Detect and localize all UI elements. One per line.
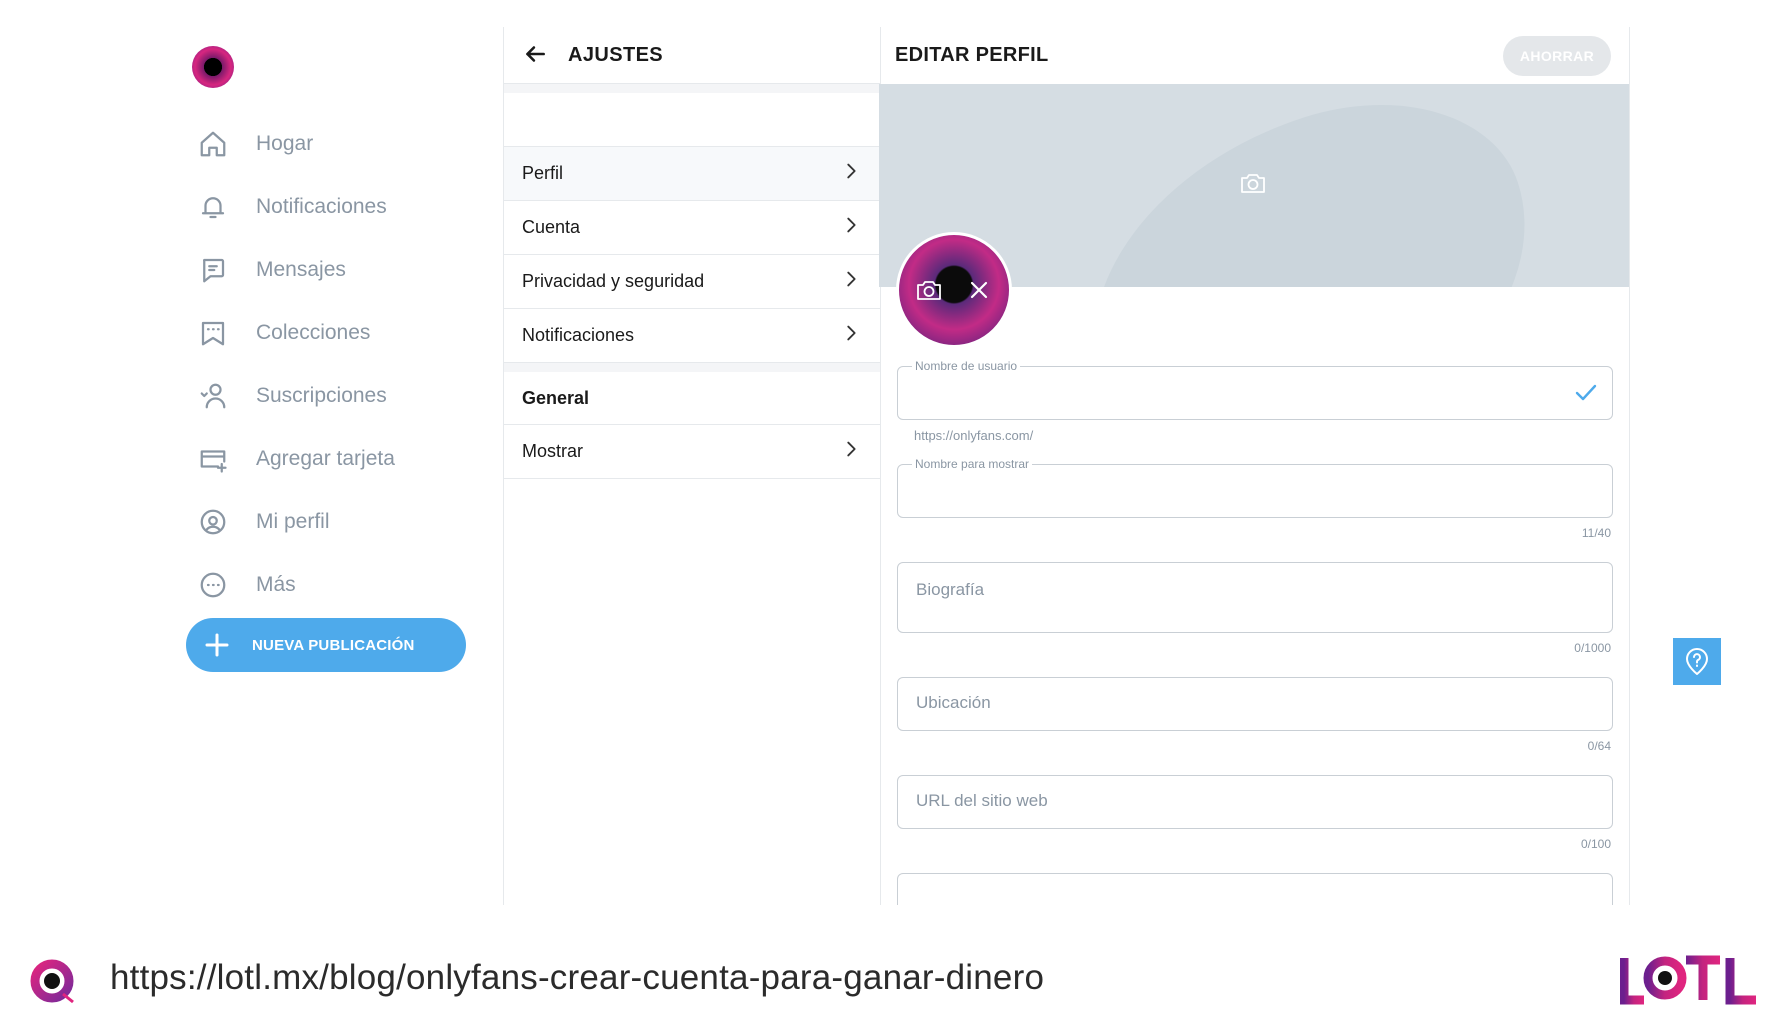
- chevron-right-icon: [840, 214, 862, 241]
- save-button[interactable]: AHORRAR: [1503, 35, 1611, 76]
- nav-item-agregar-tarjeta[interactable]: Agregar tarjeta: [186, 427, 504, 490]
- more-dots-icon: [196, 568, 230, 602]
- close-icon[interactable]: [969, 280, 989, 300]
- profile-circle-icon: [196, 505, 230, 539]
- edit-profile-header: EDITAR PERFIL AHORRAR: [879, 27, 1629, 84]
- nav-list: Hogar Notificaciones Mensajes Coleccione…: [186, 112, 504, 616]
- settings-item-privacidad[interactable]: Privacidad y seguridad: [504, 255, 880, 309]
- divider: [504, 363, 880, 372]
- nav-item-mas[interactable]: Más: [186, 553, 504, 616]
- help-question-icon: [1686, 647, 1708, 675]
- plus-icon: [202, 630, 232, 660]
- bookmark-stars-icon: [196, 316, 230, 350]
- display-name-field[interactable]: Nombre para mostrar: [897, 457, 1613, 518]
- username-label: Nombre de usuario: [912, 359, 1021, 373]
- cover-decoration: [1040, 84, 1578, 287]
- bio-field[interactable]: Biografía: [897, 562, 1613, 633]
- settings-item-label: Mostrar: [522, 441, 584, 461]
- display-name-label: Nombre para mostrar: [912, 457, 1033, 471]
- footer-url: https://lotl.mx/blog/onlyfans-crear-cuen…: [110, 958, 1045, 997]
- nav-item-mensajes[interactable]: Mensajes: [186, 238, 504, 301]
- settings-title: AJUSTES: [568, 43, 664, 66]
- settings-item-label: Cuenta: [522, 217, 581, 237]
- camera-icon[interactable]: [1240, 172, 1266, 194]
- back-arrow-icon[interactable]: [522, 41, 550, 69]
- settings-panel: AJUSTES Perfil Cuenta Privacidad y segur…: [503, 27, 881, 905]
- nav-item-label: Más: [256, 572, 296, 596]
- chevron-right-icon: [840, 438, 862, 465]
- chevron-right-icon: [840, 160, 862, 187]
- edit-profile-panel: EDITAR PERFIL AHORRAR Nombre de usuario …: [879, 27, 1630, 905]
- message-icon: [196, 253, 230, 287]
- settings-header: AJUSTES: [504, 27, 880, 84]
- lotl-logo-icon: [1620, 955, 1756, 1005]
- website-placeholder: URL del sitio web: [916, 791, 1048, 810]
- settings-item-perfil[interactable]: Perfil: [504, 147, 880, 201]
- chevron-right-icon: [840, 268, 862, 295]
- settings-item-notificaciones[interactable]: Notificaciones: [504, 309, 880, 363]
- app-window: Hogar Notificaciones Mensajes Coleccione…: [0, 0, 1792, 905]
- nav-item-hogar[interactable]: Hogar: [186, 112, 504, 175]
- settings-section-general: General: [504, 372, 880, 425]
- new-post-label: NUEVA PUBLICACIÓN: [252, 636, 415, 654]
- help-button[interactable]: [1673, 638, 1721, 685]
- nav-item-notificaciones[interactable]: Notificaciones: [186, 175, 504, 238]
- nav-item-label: Hogar: [256, 131, 314, 155]
- user-avatar-icon[interactable]: [192, 46, 234, 88]
- nav-item-label: Suscripciones: [256, 383, 387, 407]
- website-counter: 0/100: [1580, 837, 1611, 851]
- location-field[interactable]: Ubicación: [897, 677, 1613, 731]
- bio-counter: 0/1000: [1574, 641, 1611, 655]
- username-hint: https://onlyfans.com/: [914, 428, 1034, 443]
- nav-item-label: Agregar tarjeta: [256, 446, 395, 470]
- user-heart-icon: [196, 379, 230, 413]
- nav-item-colecciones[interactable]: Colecciones: [186, 301, 504, 364]
- nav-item-label: Colecciones: [256, 320, 371, 344]
- nav-item-label: Mensajes: [256, 257, 346, 281]
- nav-item-label: Mi perfil: [256, 509, 330, 533]
- settings-item-label: Privacidad y seguridad: [522, 271, 705, 291]
- website-field[interactable]: URL del sitio web: [897, 775, 1613, 829]
- display-name-counter: 11/40: [1581, 526, 1611, 540]
- settings-item-label: Notificaciones: [522, 325, 635, 345]
- camera-icon[interactable]: [916, 279, 942, 301]
- checkmark-icon: [1574, 383, 1598, 403]
- chevron-right-icon: [840, 322, 862, 349]
- new-post-button[interactable]: NUEVA PUBLICACIÓN: [186, 618, 466, 672]
- settings-item-mostrar[interactable]: Mostrar: [504, 425, 880, 479]
- credit-card-plus-icon: [196, 442, 230, 476]
- section-heading: General: [522, 387, 590, 408]
- nav-item-suscripciones[interactable]: Suscripciones: [186, 364, 504, 427]
- nav-item-mi-perfil[interactable]: Mi perfil: [186, 490, 504, 553]
- settings-blank-row: [504, 93, 880, 147]
- divider: [504, 84, 880, 93]
- location-counter: 0/64: [1587, 739, 1611, 753]
- settings-item-cuenta[interactable]: Cuenta: [504, 201, 880, 255]
- home-icon: [196, 127, 230, 161]
- next-field[interactable]: [897, 873, 1613, 905]
- edit-profile-title: EDITAR PERFIL: [895, 44, 1049, 66]
- bio-placeholder: Biografía: [916, 580, 985, 599]
- location-placeholder: Ubicación: [916, 693, 991, 712]
- username-field[interactable]: Nombre de usuario: [897, 359, 1613, 420]
- profile-avatar[interactable]: [896, 232, 1012, 348]
- lotl-mark-icon: [30, 959, 74, 1004]
- nav-item-label: Notificaciones: [256, 194, 387, 218]
- bell-icon: [196, 190, 230, 224]
- settings-item-label: Perfil: [522, 163, 564, 183]
